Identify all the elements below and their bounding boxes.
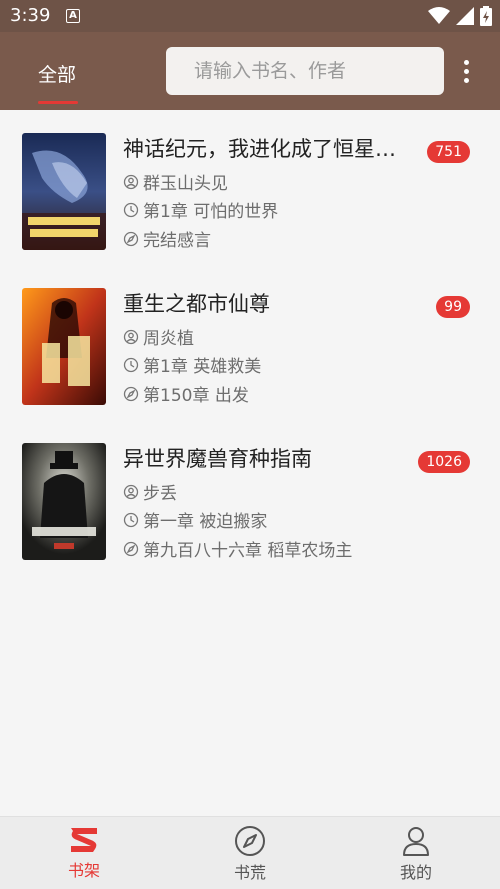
last-read-chapter: 第1章 英雄救美 [143,357,262,377]
book-progress-row: 第一章 被迫搬家 [123,507,267,532]
compass-small-icon [123,386,139,401]
status-bar: 3:39 A [0,0,500,32]
nav-item-bookshelf[interactable]: 书架 [34,825,134,881]
book-author: 步丢 [143,484,177,504]
clock-icon [123,512,139,527]
book-author-row: 周炎植 [123,324,194,349]
clock-icon [123,357,139,372]
compass-icon [235,826,265,856]
author-icon [123,484,139,499]
book-title: 重生之都市仙尊 [123,292,270,316]
bottom-navigation: 书架 书荒 我的 [0,816,500,889]
latest-chapter: 第九百八十六章 稻草农场主 [143,541,353,561]
a-icon: A [66,9,80,23]
book-latest-row: 第九百八十六章 稻草农场主 [123,536,352,561]
book-cover [22,288,106,405]
book-list-item[interactable]: 异世界魔兽育种指南 1026 步丢 第一章 被迫搬家 第九百八十六章 稻草农场主 [0,443,500,583]
book-author-row: 群玉山头见 [123,169,228,194]
last-read-chapter: 第1章 可怕的世界 [143,202,279,222]
book-list-item[interactable]: 重生之都市仙尊 99 周炎植 第1章 英雄救美 第150章 出发 [0,288,500,428]
unread-count-badge: 99 [436,296,470,318]
book-latest-row: 完结感言 [123,226,211,251]
book-list-item[interactable]: 神话纪元，我进化成了恒星… 751 群玉山头见 第1章 可怕的世界 完结感言 [0,133,500,273]
nav-label-discover: 书荒 [233,863,266,882]
battery-icon [480,6,492,26]
status-time: 3:39 [10,5,51,26]
latest-chapter: 完结感言 [143,231,211,251]
tab-indicator [38,101,78,104]
book-author-row: 步丢 [123,479,177,504]
nav-label-bookshelf: 书架 [67,861,100,880]
search-input[interactable]: 请输入书名、作者 [166,47,444,95]
user-icon [403,827,429,856]
clock-icon [123,202,139,217]
latest-chapter: 第150章 出发 [143,386,249,406]
book-progress-row: 第1章 英雄救美 [123,352,261,377]
book-cover [22,443,106,560]
nav-label-profile: 我的 [399,863,432,882]
book-title: 神话纪元，我进化成了恒星… [123,137,396,161]
bookshelf-icon [71,828,97,852]
compass-small-icon [123,541,139,556]
wifi-icon [428,7,450,24]
book-cover [22,133,106,250]
tab-all[interactable]: 全部 [38,60,76,87]
unread-count-badge: 1026 [418,451,470,473]
nav-item-discover[interactable]: 书荒 [200,825,300,883]
signal-icon [456,7,474,25]
compass-small-icon [123,231,139,246]
more-options-icon[interactable] [462,60,470,86]
top-app-bar: 全部 请输入书名、作者 [0,32,500,110]
book-title: 异世界魔兽育种指南 [123,447,312,471]
book-progress-row: 第1章 可怕的世界 [123,197,278,222]
author-icon [123,329,139,344]
last-read-chapter: 第一章 被迫搬家 [143,512,268,532]
book-author: 周炎植 [143,329,194,349]
book-latest-row: 第150章 出发 [123,381,249,406]
nav-item-profile[interactable]: 我的 [366,825,466,883]
book-author: 群玉山头见 [143,174,228,194]
author-icon [123,174,139,189]
unread-count-badge: 751 [427,141,470,163]
